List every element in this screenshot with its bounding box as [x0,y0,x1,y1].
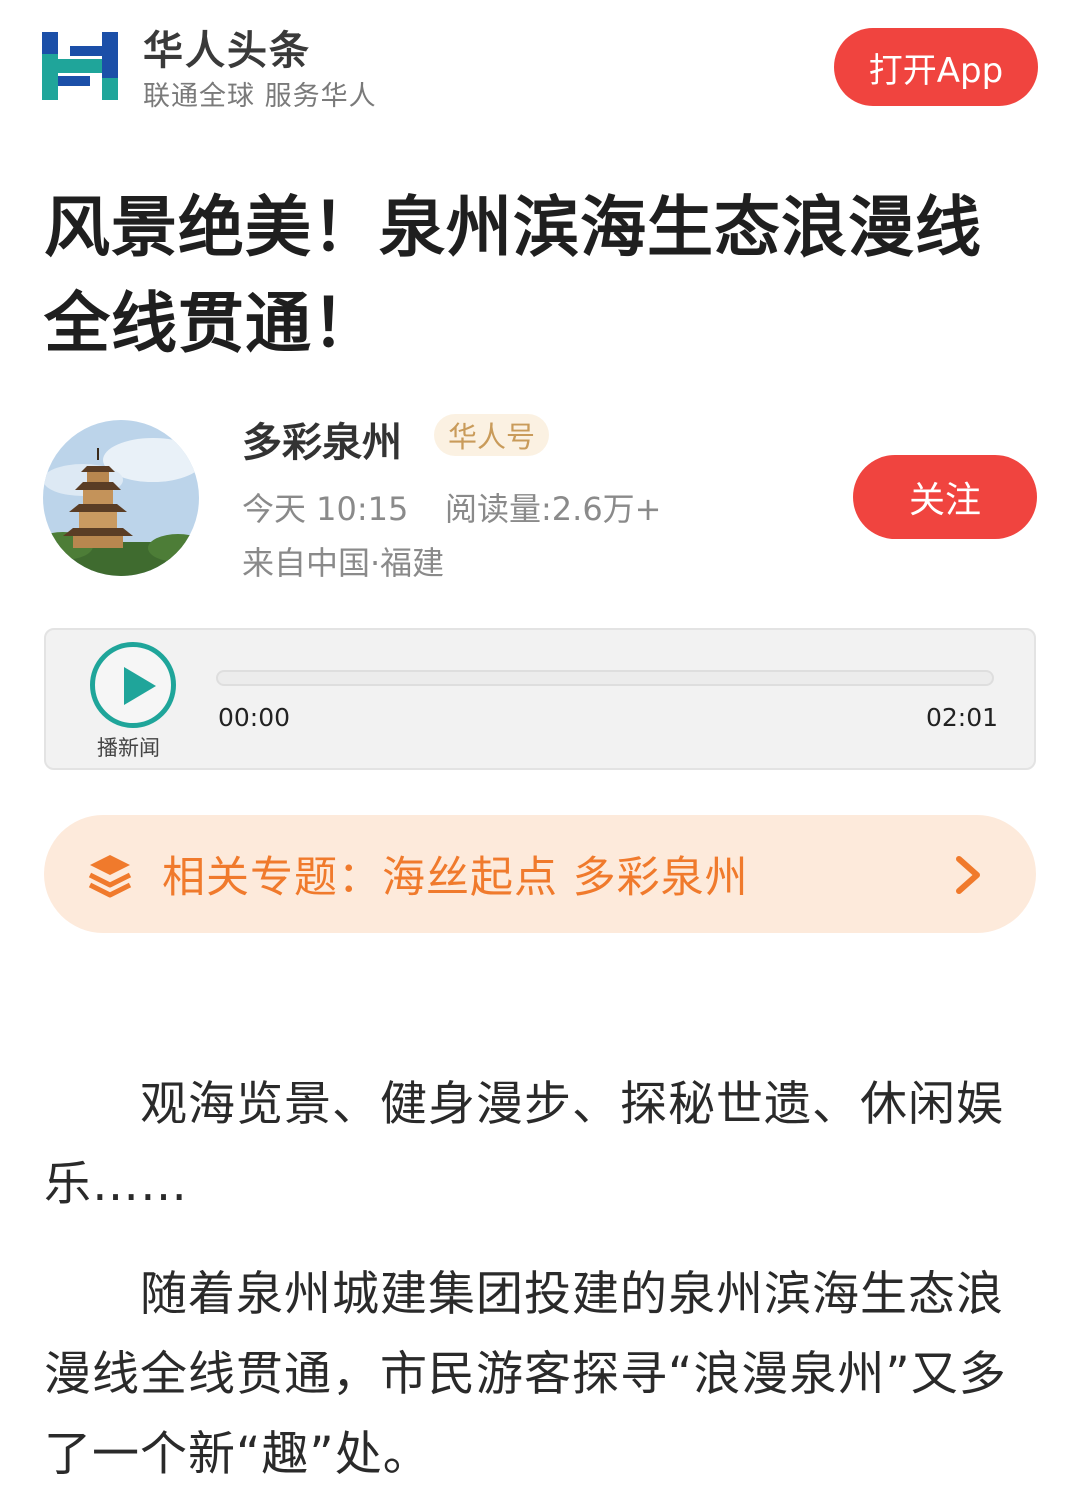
related-topic-text: 相关专题：海丝起点 多彩泉州 [162,853,749,903]
brand-slogan: 联通全球 服务华人 [143,81,377,112]
article-paragraph: 观海览景、健身漫步、探秘世遗、休闲娱乐…… [44,1077,1004,1212]
brand-name: 华人头条 [143,28,311,74]
author-name[interactable]: 多彩泉州 [242,410,402,468]
audio-progress-bar[interactable] [216,670,994,686]
pagoda-avatar-image [43,420,199,576]
chevron-right-icon [956,856,980,894]
author-avatar[interactable] [43,420,199,576]
play-news-label: 播新闻 [97,736,160,760]
article-title: 风景绝美！泉州滨海生态浪漫线全线贯通！ [44,189,982,362]
related-topic-bar[interactable]: 相关专题：海丝起点 多彩泉州 [44,815,1036,933]
open-app-button[interactable]: 打开App [834,28,1038,106]
follow-button[interactable]: 关注 [853,455,1037,539]
publish-location: 来自中国·福建 [242,544,445,582]
play-icon [124,667,156,705]
huaren-logo-icon [42,32,118,100]
current-time: 00:00 [218,703,291,732]
play-button[interactable] [90,642,176,728]
read-count: 阅读量:2.6万+ [445,490,662,528]
article-paragraph: 随着泉州城建集团投建的泉州滨海生态浪漫线全线贯通，市民游客探寻“浪漫泉州”又多了… [44,1267,1007,1482]
layers-icon [88,855,132,898]
news-audio-player: 播新闻 00:00 02:01 [44,628,1036,770]
total-time: 02:01 [926,703,999,732]
publish-time: 今天 10:15 [242,490,409,528]
author-badge: 华人号 [434,414,550,456]
app-header: 华人头条 联通全球 服务华人 打开App [0,0,1080,140]
